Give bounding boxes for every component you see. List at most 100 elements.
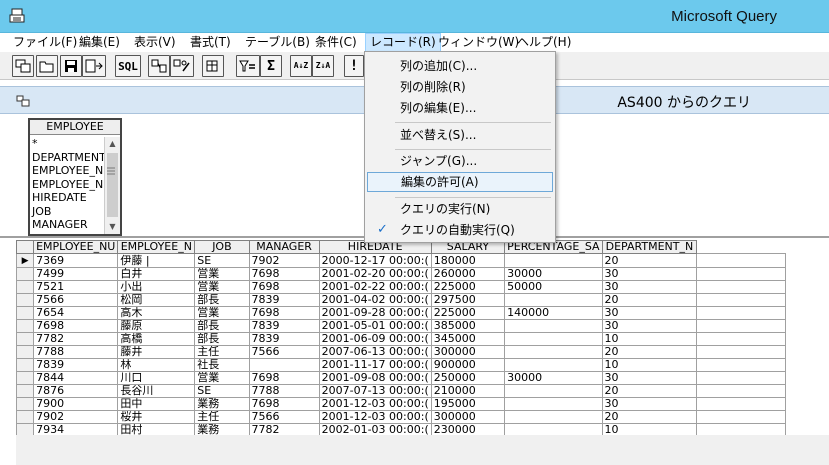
table-cell[interactable]: 部長 [194, 319, 250, 333]
column-header[interactable]: EMPLOYEE_N [117, 240, 196, 254]
table-cell[interactable]: 2001-09-28 00:00:( [318, 306, 432, 320]
table-cell[interactable]: 7369 [33, 253, 119, 268]
table-row[interactable]: 7900 田中 業務 7698 2001-12-03 00:00:(195000 30 [15, 397, 786, 411]
table-cell[interactable]: 7654 [33, 306, 119, 320]
open-query-button[interactable] [36, 55, 58, 77]
table-row[interactable]: 7788 藤井 主任 7566 2007-06-13 00:00:(300000 20 [15, 345, 786, 359]
sql-button[interactable]: SQL [115, 55, 141, 77]
table-cell[interactable] [504, 332, 603, 346]
table-row[interactable]: 7521 小出 営業 7698 2001-02-22 00:00:(225000 5000… [15, 280, 786, 294]
new-query-button[interactable] [12, 55, 34, 77]
table-cell[interactable]: 7902 [33, 410, 119, 424]
table-cell[interactable]: 藤井 [117, 345, 196, 359]
table-cell[interactable]: 松岡 [117, 293, 196, 307]
table-cell[interactable]: 7566 [248, 410, 320, 424]
table-row[interactable]: 7782 高橋 部長 7839 2001-06-09 00:00:(345000 10 [15, 332, 786, 346]
table-cell[interactable]: 伊藤 | [117, 253, 196, 268]
table-cell[interactable]: 7698 [33, 319, 119, 333]
table-cell[interactable]: 30 [601, 267, 698, 281]
return-data-button[interactable] [82, 55, 106, 77]
table-row[interactable]: 7844 川口 営業 7698 2001-09-08 00:00:(250000 3000… [15, 371, 786, 385]
menu-table[interactable]: テーブル(B) [241, 33, 314, 52]
scroll-down-icon[interactable]: ▼ [105, 220, 120, 234]
employee-table-box[interactable]: EMPLOYEE * DEPARTMENT_ EMPLOYEE_N EMPLOY… [28, 118, 122, 236]
table-cell[interactable]: 7566 [248, 345, 320, 359]
field-item[interactable]: HIREDATE [30, 191, 104, 205]
field-list[interactable]: * DEPARTMENT_ EMPLOYEE_N EMPLOYEE_N HIRE… [30, 137, 104, 234]
row-selector[interactable] [15, 384, 35, 398]
scroll-up-icon[interactable]: ▲ [105, 137, 120, 151]
table-row[interactable]: 7876 長谷川 SE 7788 2007-07-13 00:00:(210000 20 [15, 384, 786, 398]
sort-descending-button[interactable]: Z↓A [312, 55, 334, 77]
table-cell[interactable]: 7698 [248, 267, 320, 281]
sort-ascending-button[interactable]: A↓Z [290, 55, 312, 77]
table-cell[interactable]: 田中 [117, 397, 196, 411]
table-row[interactable]: ▶ 7369 伊藤 | SE 7902 2000-12-17 00:00:(180000 2… [15, 253, 786, 268]
table-cell[interactable]: 7499 [33, 267, 119, 281]
table-cell[interactable]: 250000 [430, 371, 506, 385]
row-selector[interactable] [15, 319, 35, 333]
table-cell[interactable] [504, 319, 603, 333]
table-cell[interactable]: SE [194, 253, 250, 268]
table-cell[interactable]: 7839 [248, 332, 320, 346]
result-grid[interactable]: EMPLOYEE_NU EMPLOYEE_N JOB MANAGER HIRED… [15, 240, 786, 437]
table-cell[interactable]: 営業 [194, 306, 250, 320]
add-tables-button[interactable] [202, 55, 224, 77]
table-cell[interactable]: 30 [601, 306, 698, 320]
table-cell[interactable]: 2001-06-09 00:00:( [318, 332, 432, 346]
table-cell[interactable]: 50000 [504, 280, 603, 294]
table-row[interactable]: 7902 桜井 主任 7566 2001-12-03 00:00:(300000 20 [15, 410, 786, 424]
table-cell[interactable]: 210000 [430, 384, 506, 398]
table-cell[interactable]: 30000 [504, 267, 603, 281]
table-cell[interactable]: 7844 [33, 371, 119, 385]
field-item[interactable]: EMPLOYEE_N [30, 164, 104, 178]
table-cell[interactable]: 業務 [194, 397, 250, 411]
table-row[interactable]: 7839 林社長 2001-11-17 00:00:(900000 10 [15, 358, 786, 372]
table-cell[interactable]: 345000 [430, 332, 506, 346]
table-cell[interactable]: 225000 [430, 306, 506, 320]
table-row[interactable]: 7698 藤原 部長 7839 2001-05-01 00:00:(385000 30 [15, 319, 786, 333]
row-selector[interactable] [15, 280, 35, 294]
table-cell[interactable]: 7698 [248, 371, 320, 385]
table-cell[interactable]: 195000 [430, 397, 506, 411]
table-cell[interactable]: 長谷川 [117, 384, 196, 398]
table-cell[interactable]: 30 [601, 319, 698, 333]
edit-column-item[interactable]: 列の編集(E)... [367, 98, 553, 118]
row-selector[interactable] [15, 410, 35, 424]
table-cell[interactable]: 2007-07-13 00:00:( [318, 384, 432, 398]
table-cell[interactable]: 桜井 [117, 410, 196, 424]
table-cell[interactable]: 社長 [194, 358, 250, 372]
table-cell[interactable]: 300000 [430, 345, 506, 359]
table-cell[interactable]: 7876 [33, 384, 119, 398]
table-cell[interactable]: 20 [601, 253, 698, 268]
table-cell[interactable] [504, 358, 603, 372]
add-column-item[interactable]: 列の追加(C)... [367, 56, 553, 76]
auto-query-item[interactable]: ✓ クエリの自動実行(Q) [367, 220, 553, 240]
table-cell[interactable]: 高橋 [117, 332, 196, 346]
table-cell[interactable]: 30 [601, 397, 698, 411]
table-cell[interactable]: 10 [601, 358, 698, 372]
table-cell[interactable]: SE [194, 384, 250, 398]
query-now-item[interactable]: クエリの実行(N) [367, 199, 553, 219]
remove-column-item[interactable]: 列の削除(R) [367, 77, 553, 97]
menu-help[interactable]: ヘルプ(H) [513, 33, 575, 52]
table-cell[interactable]: 2001-11-17 00:00:( [318, 358, 432, 372]
menu-edit[interactable]: 編集(E) [75, 33, 124, 52]
sort-item[interactable]: 並べ替え(S)... [367, 125, 553, 145]
table-cell[interactable]: 30 [601, 371, 698, 385]
table-cell[interactable]: 2001-05-01 00:00:( [318, 319, 432, 333]
column-header[interactable]: JOB [194, 240, 250, 254]
table-cell[interactable]: 297500 [430, 293, 506, 307]
row-selector[interactable] [15, 306, 35, 320]
table-cell[interactable]: 営業 [194, 267, 250, 281]
table-cell[interactable]: 2001-02-22 00:00:( [318, 280, 432, 294]
table-cell[interactable]: 7698 [248, 397, 320, 411]
table-cell[interactable]: 2000-12-17 00:00:( [318, 253, 432, 268]
table-cell[interactable]: 225000 [430, 280, 506, 294]
show-criteria-button[interactable] [170, 55, 194, 77]
menu-records[interactable]: レコード(R) [365, 33, 441, 52]
table-cell[interactable]: 7782 [33, 332, 119, 346]
field-list-scrollbar[interactable]: ▲ ▼ [104, 137, 120, 234]
table-cell[interactable]: 2001-04-02 00:00:( [318, 293, 432, 307]
field-item[interactable]: DEPARTMENT_ [30, 151, 104, 165]
